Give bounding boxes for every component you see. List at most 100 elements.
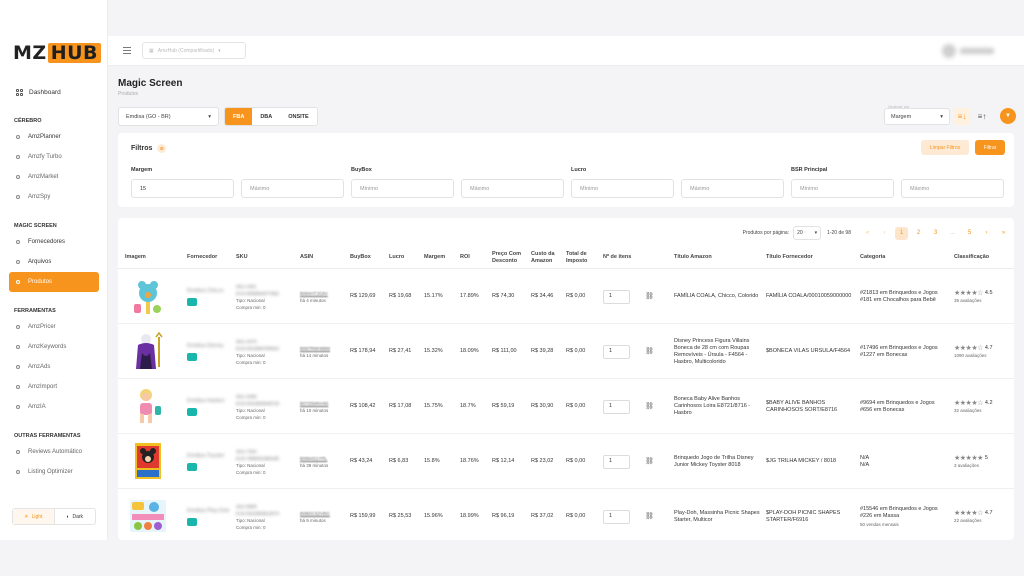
hamburger-menu-icon[interactable] <box>123 47 131 54</box>
product-image[interactable] <box>126 329 170 373</box>
apply-filters-button[interactable]: Filtrar <box>975 140 1005 155</box>
page-5[interactable]: 5 <box>963 227 976 240</box>
sort-ascending-button[interactable]: ≡↑ <box>974 108 990 125</box>
th-categoria[interactable]: Categoria <box>860 246 885 269</box>
user-menu[interactable] <box>942 44 994 58</box>
filter-toggle-button[interactable]: ▼ <box>1000 108 1016 124</box>
bsr-min-input[interactable]: Mínimo <box>791 179 894 198</box>
buybox-min-input[interactable]: Mínimo <box>351 179 454 198</box>
margem-min-input[interactable]: 15 <box>131 179 234 198</box>
th-roi[interactable]: ROI <box>460 246 470 269</box>
first-page-icon[interactable]: « <box>861 227 874 240</box>
asin-link[interactable]: B0964S1YRL <box>300 455 327 462</box>
asin-link[interactable]: B07Z5MNV65 <box>300 400 328 407</box>
last-page-icon[interactable]: » <box>997 227 1010 240</box>
supplier-badge-icon[interactable] <box>187 297 197 306</box>
theme-dark-button[interactable]: ◐ Dark <box>55 509 96 524</box>
unlink-icon[interactable]: ⛓ <box>645 458 654 465</box>
sidebar-item-fornecedores[interactable]: Fornecedores <box>0 232 108 252</box>
unlink-icon[interactable]: ⛓ <box>645 403 654 410</box>
page-3[interactable]: 3 <box>929 227 942 240</box>
product-image[interactable] <box>126 439 170 483</box>
lucro-max-input[interactable]: Máximo <box>681 179 784 198</box>
table-row[interactable]: Emdisa Toyster SKU 7320 EAN 789600198018… <box>118 434 1014 489</box>
supplier-badge-icon[interactable] <box>187 407 197 416</box>
th-asin[interactable]: ASIN <box>300 246 313 269</box>
prev-page-icon[interactable]: ‹ <box>878 227 891 240</box>
sidebar-item-amzia[interactable]: AmzIA <box>0 397 108 417</box>
funnel-icon[interactable]: ⊘ <box>157 144 167 153</box>
asin-link[interactable]: B084HTJG9V <box>300 290 328 297</box>
th-titulo-amazon[interactable]: Título Amazon <box>674 246 712 269</box>
brand-logo[interactable]: MZ HUB <box>13 42 101 64</box>
cell-roi: 18.7% <box>460 403 476 409</box>
unlink-icon[interactable]: ⛓ <box>645 513 654 520</box>
sidebar-item-amzmarket[interactable]: AmzMarket <box>0 167 108 187</box>
sidebar-item-arquivos[interactable]: Arquivos <box>0 252 108 272</box>
table-row[interactable]: Emdisa Disney SKU 4473 EAN 5010993780024… <box>118 324 1014 379</box>
sidebar-item-dashboard[interactable]: Dashboard <box>0 82 108 102</box>
sort-select[interactable]: Margem ▾ <box>884 108 950 125</box>
th-preco[interactable]: Preço Com Desconto <box>492 246 522 269</box>
margem-max-input[interactable]: Máximo <box>241 179 344 198</box>
product-image[interactable] <box>126 384 170 428</box>
unlink-icon[interactable]: ⛓ <box>645 348 654 355</box>
quantity-input[interactable]: 1 <box>603 344 630 359</box>
sidebar-item-amzpricer[interactable]: AmzPricer <box>0 317 108 337</box>
tab-fba[interactable]: FBA <box>225 108 253 125</box>
next-page-icon[interactable]: › <box>980 227 993 240</box>
quantity-input[interactable]: 1 <box>603 289 630 304</box>
sidebar-item-reviews-automatico[interactable]: Reviews Automático <box>0 442 108 462</box>
sidebar-item-amzkeywords[interactable]: AmzKeywords <box>0 337 108 357</box>
per-page-select[interactable]: 20 ▾ <box>793 226 822 240</box>
table-row[interactable]: Emdisa Play-Doh SKU 9908 EAN 50109938130… <box>118 489 1014 540</box>
supplier-badge-icon[interactable] <box>187 517 197 526</box>
th-imagem[interactable]: Imagem <box>125 246 146 269</box>
sidebar-item-amzspy[interactable]: AmzSpy <box>0 187 108 207</box>
page-title: Magic Screen <box>118 78 183 89</box>
th-margem[interactable]: Margem <box>424 246 445 269</box>
table-row[interactable]: Emdisa Chicco SKU 1001 EAN 8058664077662… <box>118 269 1014 324</box>
sidebar-item-produtos[interactable]: Produtos <box>9 272 99 292</box>
sidebar-item-listing-optimizer[interactable]: Listing Optimizer <box>0 462 108 482</box>
tab-dba[interactable]: DBA <box>252 108 280 125</box>
lucro-min-input[interactable]: Mínimo <box>571 179 674 198</box>
quantity-input[interactable]: 1 <box>603 454 630 469</box>
sidebar-item-amzplanner[interactable]: AmzPlanner <box>0 127 108 147</box>
th-lucro[interactable]: Lucro <box>389 246 404 269</box>
store-selector[interactable]: ▦ AmzHub (Compartilhado) ▾ <box>142 42 246 59</box>
sidebar-item-amzads[interactable]: AmzAds <box>0 357 108 377</box>
tab-onsite[interactable]: ONSITE <box>280 108 316 125</box>
th-fornecedor[interactable]: Fornecedor <box>187 246 217 269</box>
th-custo[interactable]: Custo da Amazon <box>531 246 557 269</box>
page-1[interactable]: 1 <box>895 226 908 240</box>
sidebar-item-amzimport[interactable]: AmzImport <box>0 377 108 397</box>
product-image[interactable] <box>126 494 170 538</box>
page-2[interactable]: 2 <box>912 227 925 240</box>
th-sku[interactable]: SKU <box>236 246 248 269</box>
th-classificacao[interactable]: Classificação <box>954 246 989 269</box>
th-itens[interactable]: Nº de itens <box>603 246 631 269</box>
bsr-max-input[interactable]: Máximo <box>901 179 1004 198</box>
cell-buybox: R$ 108,42 <box>350 403 376 409</box>
cell-itens: 1 <box>603 324 630 379</box>
supplier-badge-icon[interactable] <box>187 352 197 361</box>
buybox-max-input[interactable]: Máximo <box>461 179 564 198</box>
cell-itens: 1 <box>603 379 630 434</box>
clear-filters-button[interactable]: Limpar Filtros <box>921 140 969 155</box>
th-buybox[interactable]: BuyBox <box>350 246 371 269</box>
product-image[interactable] <box>126 274 170 318</box>
supplier-badge-icon[interactable] <box>187 462 197 471</box>
marketplace-select[interactable]: Emdisa (GO - BR) ▾ <box>118 107 219 126</box>
sidebar-item-amzfy-turbo[interactable]: Amzfy Turbo <box>0 147 108 167</box>
asin-link[interactable]: B087RMH6BM <box>300 345 330 352</box>
unlink-icon[interactable]: ⛓ <box>645 293 654 300</box>
asin-link[interactable]: B0BDC5ZVBG <box>300 510 330 517</box>
table-row[interactable]: Emdisa Hasbro SKU 3289 EAN 5010993848718… <box>118 379 1014 434</box>
quantity-input[interactable]: 1 <box>603 399 630 414</box>
th-titulo-fornecedor[interactable]: Título Fornecedor <box>766 246 813 269</box>
sort-descending-button[interactable]: ≡↓ <box>954 108 970 125</box>
quantity-input[interactable]: 1 <box>603 509 630 524</box>
theme-light-button[interactable]: ☀ Light <box>13 509 55 524</box>
th-imposto[interactable]: Total de Imposto <box>566 246 594 269</box>
